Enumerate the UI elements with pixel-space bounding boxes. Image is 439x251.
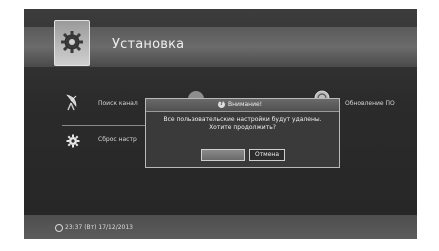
warning-dialog: ? Внимание! Все пользовательские настрой…: [145, 98, 340, 168]
menu-item-label: Поиск канал: [98, 100, 138, 107]
menu-item-channel-search[interactable]: Поиск канал: [64, 93, 144, 115]
menu-divider: [62, 125, 146, 126]
gear-icon: [66, 133, 80, 152]
dialog-title: Внимание!: [228, 101, 263, 108]
ok-button[interactable]: [201, 149, 245, 161]
footer-datetime: 23:37 (Вт) 17/12/2013: [65, 224, 133, 231]
settings-gear-icon: [54, 20, 90, 66]
cancel-button[interactable]: Отмена: [249, 149, 285, 161]
status-footer: 23:37 (Вт) 17/12/2013: [24, 215, 417, 239]
tv-screen: Установка Поиск канал Сброс настр Обновл…: [24, 9, 417, 239]
dialog-message: Все пользовательские настройки будут уда…: [146, 116, 339, 132]
clock-icon: [55, 224, 63, 232]
dialog-message-line-2: Хотите продолжить?: [209, 124, 276, 131]
dialog-message-line-1: Все пользовательские настройки будут уда…: [163, 116, 322, 123]
page-title: Установка: [112, 37, 185, 52]
menu-item-label: Сброс настр: [98, 136, 137, 143]
menu-item-factory-reset[interactable]: Сброс настр: [64, 131, 144, 151]
satellite-dish-icon: [64, 93, 80, 115]
warning-icon: ?: [218, 101, 225, 108]
menu-item-label: Обновление ПО: [345, 100, 395, 107]
